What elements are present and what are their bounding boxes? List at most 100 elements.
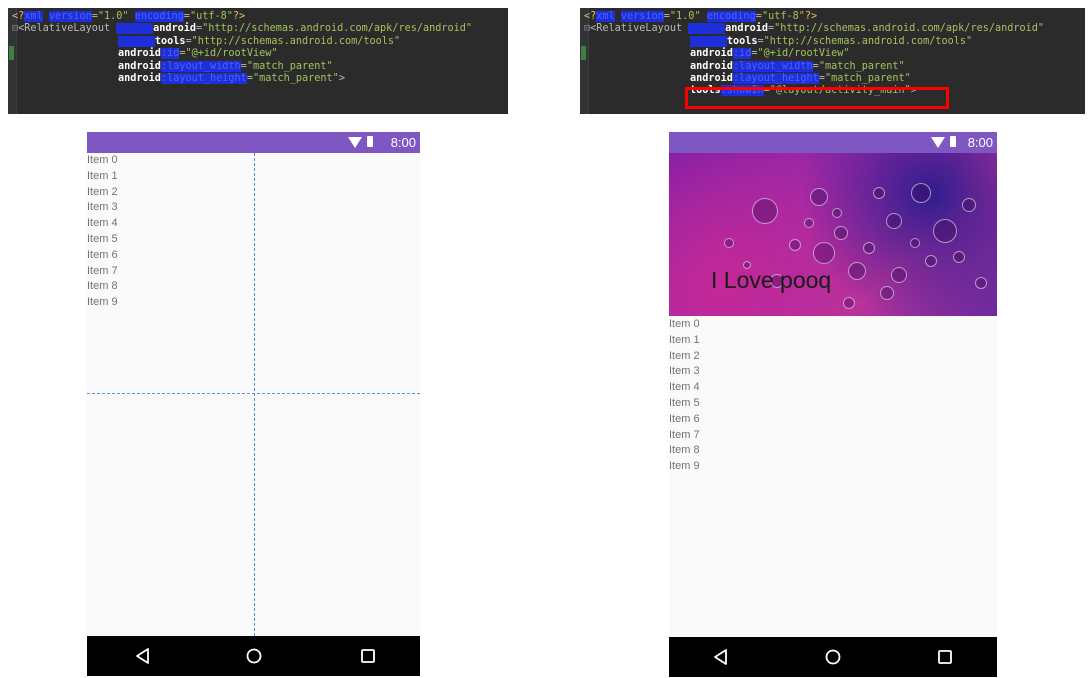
code-token: version xyxy=(620,11,664,22)
status-time: 8:00 xyxy=(967,135,993,150)
water-drop xyxy=(911,183,931,203)
code-line: ⊟<RelativeLayout xmlns:android="http://s… xyxy=(12,23,472,35)
code-token: android xyxy=(118,48,161,60)
code-token: "http://schemas.android.com/apk/res/andr… xyxy=(774,23,1045,35)
change-marker xyxy=(9,46,14,60)
list-item: Item 2 xyxy=(87,185,118,198)
code-token: :layout_height xyxy=(160,73,247,84)
code-token: android xyxy=(690,48,733,60)
horizontal-guide-line xyxy=(87,393,420,394)
code-token: "match_parent" xyxy=(818,60,905,72)
code-token: ?> xyxy=(232,11,246,22)
code-token: tools xyxy=(154,35,186,47)
code-token: android xyxy=(690,73,733,84)
water-drop xyxy=(832,208,842,218)
code-token: xmlns: xyxy=(688,23,726,35)
navigation-bar xyxy=(87,636,420,676)
back-icon[interactable] xyxy=(133,646,153,666)
code-token: :layout_width xyxy=(160,60,241,72)
list-item: Item 2 xyxy=(669,349,700,362)
list-item: Item 0 xyxy=(87,154,118,166)
code-line: ⊟<RelativeLayout xmlns:android="http://s… xyxy=(584,23,1044,35)
water-drop xyxy=(724,238,734,248)
list-item: Item 4 xyxy=(669,381,700,394)
code-token: "match_parent" xyxy=(824,73,911,84)
code-token: :id xyxy=(732,48,752,60)
home-icon[interactable] xyxy=(244,646,264,666)
recents-icon[interactable] xyxy=(358,646,378,666)
list-item: Item 1 xyxy=(87,169,118,182)
water-drop xyxy=(848,262,866,280)
list-item: Item 6 xyxy=(87,248,118,261)
code-token: xmlns: xyxy=(116,23,154,35)
code-token: encoding xyxy=(134,11,184,22)
water-drop xyxy=(843,297,855,309)
code-token: "@+id/rootView" xyxy=(757,48,850,60)
list-item: Item 0 xyxy=(669,318,700,330)
code-line: <?xml version="1.0" encoding="utf-8"?> xyxy=(12,11,245,23)
code-token: "1.0" xyxy=(97,11,129,22)
water-drop xyxy=(789,239,801,251)
list-item: Item 5 xyxy=(87,233,118,245)
right-phone-preview: 8:00 I Love pooq Item 0 Item 1 Item 2 Item … xyxy=(669,132,997,677)
water-drop xyxy=(834,226,848,240)
list-item: Item 5 xyxy=(669,397,700,409)
recents-icon[interactable] xyxy=(935,647,955,667)
code-token: "match_parent" xyxy=(246,60,333,72)
code-token: "http://schemas.android.com/tools" xyxy=(191,35,401,47)
left-phone-preview: 8:00 Item 0 Item 1 Item 2 Item 3 Item 4 Item … xyxy=(87,132,420,676)
water-drop xyxy=(810,188,828,206)
status-bar: 8:00 xyxy=(87,132,420,153)
code-token: <RelativeLayout xyxy=(18,23,117,35)
code-token: xml xyxy=(596,11,615,22)
code-line: android:layout_height="match_parent" xyxy=(690,73,911,85)
code-token: "http://schemas.android.com/apk/res/andr… xyxy=(202,23,473,35)
status-time: 8:00 xyxy=(390,135,416,150)
wifi-icon xyxy=(931,137,945,148)
water-drop xyxy=(925,255,937,267)
code-token: > xyxy=(338,73,345,84)
code-token: "utf-8" xyxy=(761,11,805,22)
code-token: "match_parent" xyxy=(252,73,339,84)
code-token: android xyxy=(153,23,197,35)
banner-image: I Love pooq xyxy=(669,153,997,316)
water-drop xyxy=(752,198,778,224)
code-token: android xyxy=(690,60,733,72)
code-token: xml xyxy=(24,11,43,22)
water-drop xyxy=(880,286,894,300)
back-icon[interactable] xyxy=(711,647,731,667)
code-token: android xyxy=(725,23,769,35)
water-drop xyxy=(962,198,976,212)
code-token: :id xyxy=(160,48,180,60)
highlight-box xyxy=(685,87,949,109)
list-item: Item 9 xyxy=(669,460,700,473)
code-token: ?> xyxy=(804,11,818,22)
code-line: android:id="@+id/rootView" xyxy=(118,48,278,60)
code-token: xmlns: xyxy=(118,35,155,47)
code-token: "1.0" xyxy=(669,11,701,22)
water-drop xyxy=(813,242,835,264)
code-token: "utf-8" xyxy=(189,11,233,22)
code-token: <? xyxy=(12,11,25,22)
water-drop xyxy=(953,251,965,263)
code-line: xmlns:tools="http://schemas.android.com/… xyxy=(118,35,401,48)
home-icon[interactable] xyxy=(823,647,843,667)
code-token: <RelativeLayout xyxy=(590,23,689,35)
status-bar: 8:00 xyxy=(669,132,997,153)
wifi-icon xyxy=(348,137,362,148)
code-token: tools xyxy=(726,35,758,47)
list-item: Item 8 xyxy=(87,280,118,293)
battery-icon xyxy=(950,136,956,147)
code-token: version xyxy=(48,11,92,22)
water-drop xyxy=(910,238,920,248)
list-item: Item 6 xyxy=(669,412,700,425)
code-token: "@+id/rootView" xyxy=(185,48,278,60)
change-marker xyxy=(581,46,586,60)
code-token: android xyxy=(118,60,161,72)
code-line: android:layout_width="match_parent" xyxy=(118,60,333,73)
code-line: android:id="@+id/rootView" xyxy=(690,48,850,60)
left-code-editor: <?xml version="1.0" encoding="utf-8"?> ⊟<… xyxy=(8,8,508,114)
list-item: Item 7 xyxy=(669,428,700,441)
